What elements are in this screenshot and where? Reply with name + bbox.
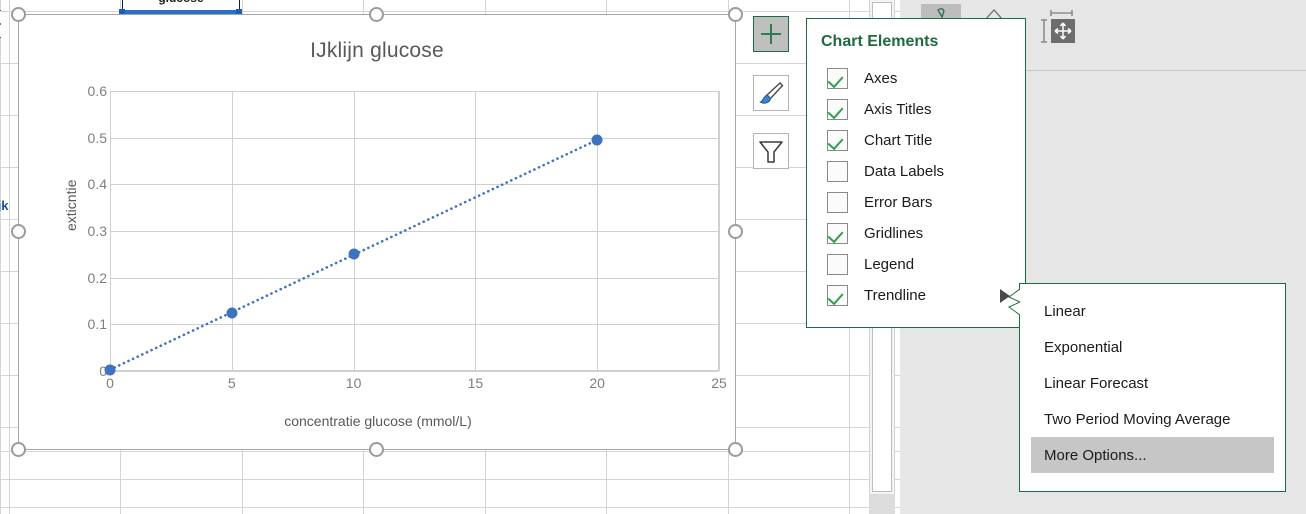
paintbrush-icon — [754, 76, 788, 110]
funnel-icon — [754, 134, 788, 168]
popup-connector-notch — [0, 10, 1, 38]
chart-element-label: Data Labels — [864, 163, 944, 180]
chart-element-label: Legend — [864, 256, 914, 273]
chart-element-label: Chart Title — [864, 132, 932, 149]
checkbox-checked-icon[interactable] — [827, 285, 848, 306]
data-point[interactable] — [592, 135, 603, 146]
data-point[interactable] — [105, 364, 116, 375]
checkbox-unchecked-icon[interactable] — [827, 254, 848, 275]
checkbox-checked-icon[interactable] — [827, 99, 848, 120]
x-tick-label-0: 0 — [80, 375, 140, 391]
chart-elements-button[interactable] — [753, 16, 789, 52]
x-tick-label-5: 25 — [689, 375, 749, 391]
chart-element-label: Axes — [864, 70, 897, 87]
chart-filters-button[interactable] — [753, 133, 789, 169]
grid-row-line-9 — [0, 451, 900, 452]
chart-element-row-legend[interactable]: Legend — [807, 249, 1025, 280]
selected-cell-label: glucose — [122, 0, 240, 5]
resize-handle-tr[interactable] — [728, 7, 743, 22]
chart-element-label: Trendline — [864, 287, 926, 304]
y-tick-label-5: 0.5 — [47, 130, 107, 146]
resize-handle-tc[interactable] — [369, 7, 384, 22]
grid-row-line-10 — [0, 479, 900, 480]
size-control-group[interactable] — [1030, 8, 1090, 48]
resize-handle-bl[interactable] — [11, 442, 26, 457]
submenu-top-padding — [1020, 284, 1285, 293]
grid-row-line-11 — [0, 507, 900, 508]
plot-area[interactable]: 00.10.20.30.40.50.6 0510152025 — [110, 91, 719, 371]
y-tick-label-6: 0.6 — [47, 83, 107, 99]
chart-element-row-gridlines[interactable]: Gridlines — [807, 218, 1025, 249]
grid-column-line-1 — [9, 0, 10, 514]
chart-element-row-error-bars[interactable]: Error Bars — [807, 187, 1025, 218]
trendline-option-linear-forecast[interactable]: Linear Forecast — [1020, 365, 1285, 401]
resize-handle-mr[interactable] — [728, 224, 743, 239]
checkbox-checked-icon[interactable] — [827, 130, 848, 151]
chart-element-label: Gridlines — [864, 225, 923, 242]
chart-elements-popup[interactable]: Chart Elements Axes Axis Titles Chart Titl… — [806, 18, 1026, 328]
chart-object[interactable]: IJklijn glucose exticntie concentratie g… — [18, 14, 736, 450]
y-tick-label-2: 0.2 — [47, 270, 107, 286]
chart-element-row-axes[interactable]: Axes — [807, 63, 1025, 94]
resize-handle-br[interactable] — [728, 442, 743, 457]
trendline[interactable] — [110, 91, 719, 371]
x-axis-title[interactable]: concentratie glucose (mmol/L) — [19, 413, 737, 429]
x-tick-label-3: 15 — [445, 375, 505, 391]
gridline-y-0 — [110, 371, 719, 372]
plus-icon — [754, 17, 788, 51]
chart-element-row-trendline[interactable]: Trendline — [807, 280, 1025, 311]
x-tick-label-1: 5 — [202, 375, 262, 391]
left-cell-label: ijk — [0, 198, 8, 213]
chart-elements-title: Chart Elements — [821, 33, 938, 51]
chart-element-row-axis-titles[interactable]: Axis Titles — [807, 94, 1025, 125]
checkbox-unchecked-icon[interactable] — [827, 192, 848, 213]
chart-element-row-chart-title[interactable]: Chart Title — [807, 125, 1025, 156]
chart-styles-button[interactable] — [753, 75, 789, 111]
chart-element-label: Error Bars — [864, 194, 932, 211]
resize-dimensions-icon — [1030, 8, 1090, 48]
chart-elements-list[interactable]: Axes Axis Titles Chart Title Data Labels Err… — [807, 63, 1025, 311]
gridline-x-5 — [719, 91, 720, 371]
checkbox-unchecked-icon[interactable] — [827, 161, 848, 182]
grid-column-line-0 — [0, 0, 1, 514]
trendline-option-two-period-moving-average[interactable]: Two Period Moving Average — [1020, 401, 1285, 437]
trendline-option-more-options[interactable]: More Options... — [1031, 437, 1274, 473]
y-tick-label-1: 0.1 — [47, 316, 107, 332]
trendline-option-linear[interactable]: Linear — [1020, 293, 1285, 329]
chart-element-label: Axis Titles — [864, 101, 932, 118]
chart-title[interactable]: IJklijn glucose — [19, 39, 735, 63]
resize-handle-bc[interactable] — [369, 442, 384, 457]
trendline-submenu[interactable]: LinearExponentialLinear ForecastTwo Peri… — [1019, 283, 1286, 492]
y-tick-label-3: 0.3 — [47, 223, 107, 239]
trendline-option-exponential[interactable]: Exponential — [1020, 329, 1285, 365]
resize-handle-tl[interactable] — [11, 7, 26, 22]
x-tick-label-2: 10 — [324, 375, 384, 391]
data-point[interactable] — [226, 307, 237, 318]
vertical-scrollbar-bottom[interactable] — [869, 494, 895, 514]
checkbox-checked-icon[interactable] — [827, 223, 848, 244]
submenu-connector-notch — [1008, 289, 1020, 315]
x-tick-label-4: 20 — [567, 375, 627, 391]
resize-handle-ml[interactable] — [11, 224, 26, 239]
checkbox-checked-icon[interactable] — [827, 68, 848, 89]
y-tick-label-4: 0.4 — [47, 176, 107, 192]
data-point[interactable] — [348, 249, 359, 260]
chart-element-row-data-labels[interactable]: Data Labels — [807, 156, 1025, 187]
